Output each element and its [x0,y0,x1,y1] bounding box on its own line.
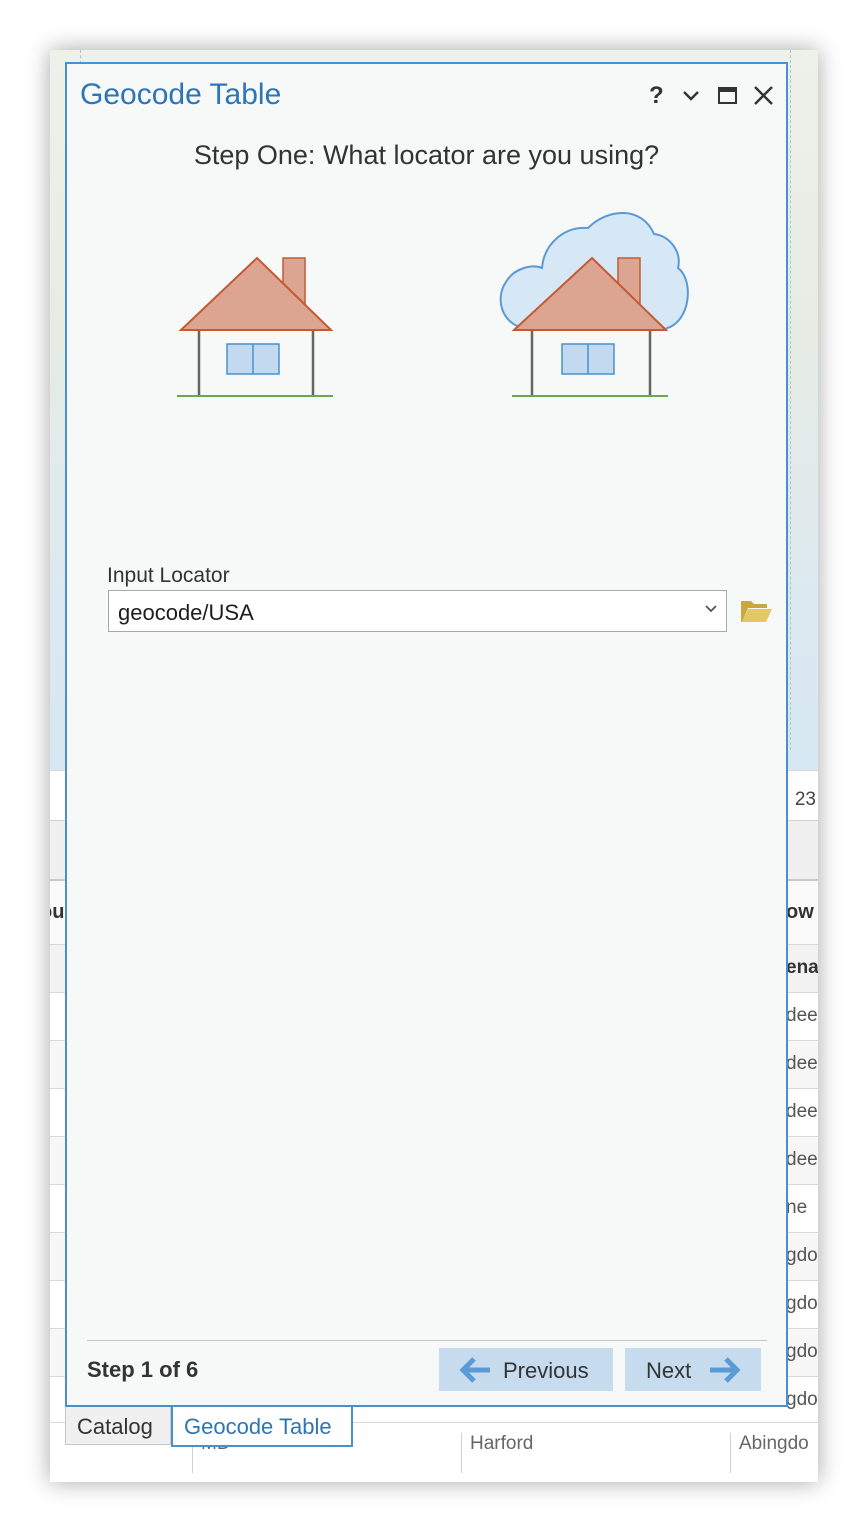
close-icon[interactable] [751,84,775,115]
table-subheader-cell: ena [786,957,818,978]
pane-title: Geocode Table [80,78,282,111]
table-cell: gdo [786,1389,818,1410]
table-cell: gdo [786,1293,818,1314]
input-locator-dropdown[interactable]: geocode/USA [108,590,727,632]
table-cell: ne [786,1197,808,1218]
chevron-down-icon[interactable] [704,602,718,616]
table-cell: dee [786,1053,818,1074]
map-scale-readout: 23 [794,789,816,810]
table-header-cell[interactable]: ow [786,901,814,924]
step-title: Step One: What locator are you using? [193,140,660,170]
table-header-cell[interactable]: ou [50,901,64,924]
table-cell: gdo [786,1245,818,1266]
table-cell-city: Abingdo [730,1433,809,1473]
map-road-line [790,50,791,750]
tab-geocode-table[interactable]: Geocode Table [171,1407,353,1447]
step-counter: Step 1 of 6 [87,1357,199,1382]
footer-divider [87,1340,767,1341]
table-cell: dee [786,1005,818,1026]
local-locator-house-icon[interactable] [175,254,335,402]
table-cell-county: Harford [461,1433,533,1473]
maximize-icon[interactable] [717,84,739,115]
next-button-label: Next [646,1358,692,1383]
table-cell: dee [786,1101,818,1122]
help-icon[interactable]: ? [649,82,664,110]
table-cell: dee [786,1149,818,1170]
geocode-table-pane: Geocode Table ? Step One: What locator a… [65,62,788,1407]
table-cell: gdo [786,1341,818,1362]
arrow-left-icon [459,1357,490,1383]
cloud-locator-house-icon[interactable] [492,204,692,402]
next-button[interactable]: Next [625,1348,761,1391]
input-locator-value: geocode/USA [118,600,254,625]
folder-open-icon[interactable] [739,597,773,625]
previous-button[interactable]: Previous [439,1348,613,1391]
arrow-right-icon [710,1357,741,1383]
chevron-down-icon[interactable] [681,84,701,115]
previous-button-label: Previous [503,1358,589,1383]
input-locator-label: Input Locator [107,564,230,587]
tab-catalog[interactable]: Catalog [65,1407,171,1445]
